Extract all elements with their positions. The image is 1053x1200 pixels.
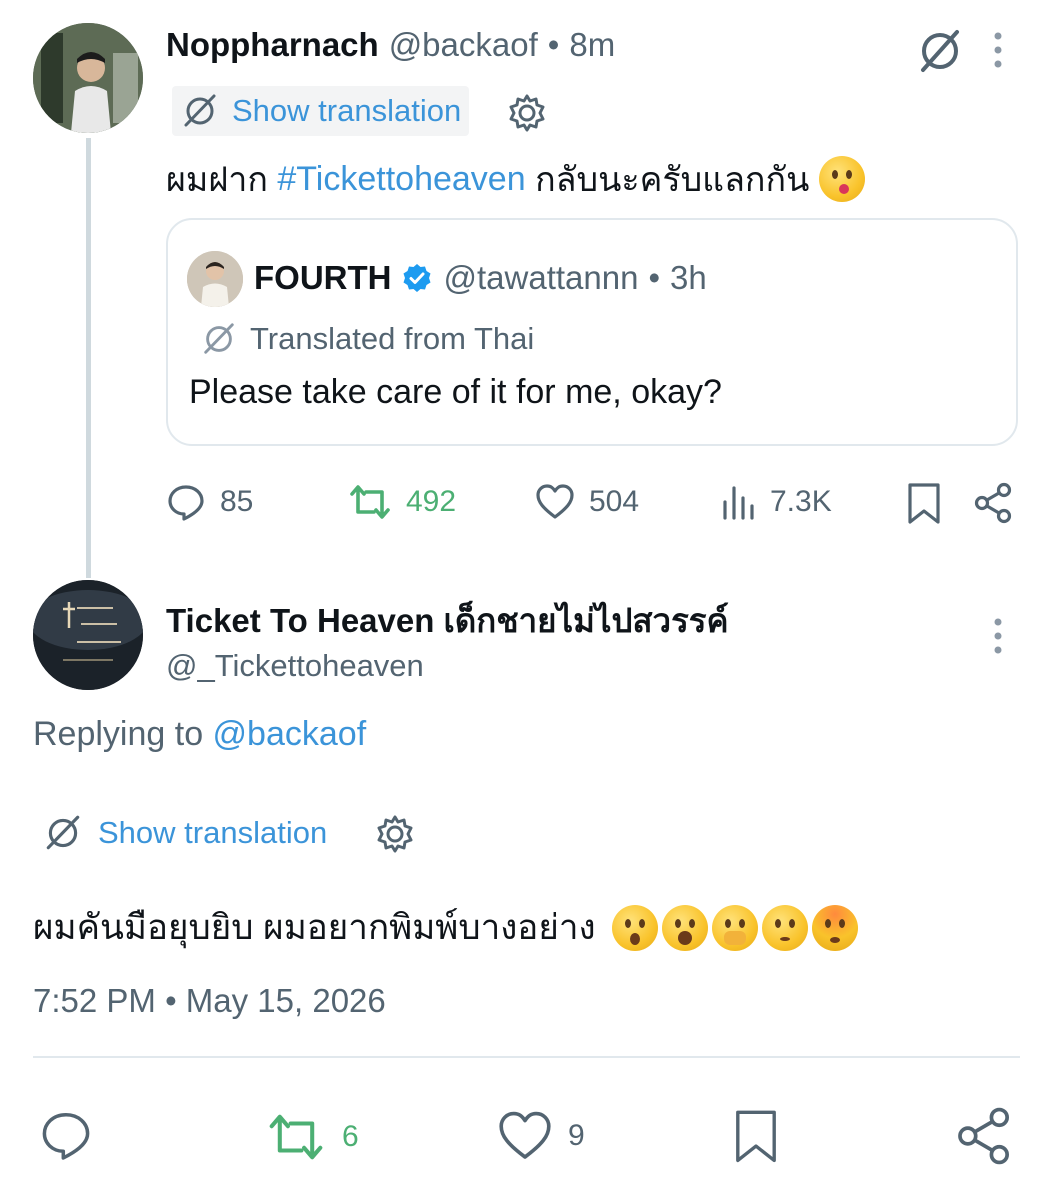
- author-display-name[interactable]: Ticket To Heaven เด็กชายไม่ไปสวรรค์: [166, 594, 729, 647]
- verified-badge-icon: [403, 264, 431, 292]
- heart-icon: [536, 484, 574, 519]
- exploding-head-emoji-icon: [811, 904, 858, 951]
- dizzy-face-emoji-icon: [611, 904, 658, 951]
- translation-settings-gear-icon[interactable]: [374, 813, 416, 855]
- show-translation-button[interactable]: Show translation: [172, 86, 470, 136]
- repost-icon: [350, 485, 390, 519]
- divider: [33, 1056, 1020, 1058]
- avatar-ticket-to-heaven[interactable]: [33, 580, 143, 690]
- repost-button[interactable]: 492: [348, 482, 456, 522]
- post-timestamp[interactable]: 7:52 PM • May 15, 2026: [33, 982, 386, 1020]
- post-time[interactable]: 8m: [569, 26, 615, 64]
- grok-icon[interactable]: [915, 26, 965, 76]
- like-button[interactable]: 9: [496, 1108, 585, 1164]
- more-options-icon[interactable]: [988, 30, 1008, 70]
- reply-icon: [168, 485, 204, 521]
- author-handle[interactable]: @backaof: [389, 26, 538, 64]
- show-translation-label: Show translation: [232, 93, 462, 128]
- bookmark-icon: [736, 1110, 776, 1163]
- more-options-icon[interactable]: [988, 616, 1008, 656]
- bookmark-button[interactable]: [730, 1106, 782, 1168]
- person-photo-icon: [33, 23, 143, 133]
- repost-icon: [269, 1114, 323, 1160]
- translate-icon: [184, 94, 216, 127]
- quoted-tweet-text: Please take care of it for me, okay?: [189, 373, 722, 411]
- like-count: 9: [568, 1119, 585, 1152]
- share-icon: [958, 1107, 1009, 1165]
- analytics-icon: [723, 486, 754, 520]
- translate-icon: [46, 815, 80, 850]
- translated-from-label: Translated from Thai: [250, 321, 535, 356]
- author-handle[interactable]: @_Tickettoheaven: [166, 648, 424, 684]
- repost-button[interactable]: 6: [264, 1110, 359, 1164]
- translation-settings-gear-icon[interactable]: [506, 92, 548, 134]
- separator-dot: •: [547, 26, 560, 63]
- astonished-face-emoji-icon: [661, 904, 708, 951]
- person-photo-icon: [187, 251, 243, 307]
- thread-connector-line: [86, 138, 91, 578]
- share-button[interactable]: [956, 1106, 1014, 1166]
- replying-to-label: Replying to: [33, 715, 213, 753]
- reply-count: 85: [220, 485, 254, 518]
- heart-icon: [499, 1111, 551, 1159]
- like-count: 504: [589, 485, 640, 518]
- quoted-author-display-name[interactable]: FOURTH: [254, 259, 391, 297]
- reply-button[interactable]: 85: [166, 482, 253, 522]
- views-button[interactable]: 7.3K: [720, 482, 832, 522]
- tweet-text-part: ผมฝาก: [166, 161, 278, 199]
- share-icon: [974, 482, 1012, 524]
- reply-button[interactable]: [36, 1108, 96, 1162]
- avatar-fourth[interactable]: [187, 251, 243, 307]
- bookmark-button[interactable]: [904, 482, 944, 526]
- face-with-hand-over-mouth-emoji-icon: [711, 904, 758, 951]
- show-translation-button[interactable]: Show translation: [42, 812, 327, 854]
- replying-to-handle-link[interactable]: @backaof: [213, 715, 367, 753]
- avatar-noppharnach[interactable]: [33, 23, 143, 133]
- views-count: 7.3K: [770, 485, 832, 518]
- separator-dot: •: [648, 259, 661, 296]
- reply-icon: [42, 1112, 90, 1160]
- quoted-post-time[interactable]: 3h: [670, 259, 707, 297]
- quoted-author-handle[interactable]: @tawattannn: [443, 259, 638, 297]
- show-translation-label: Show translation: [98, 815, 328, 850]
- ticket-to-heaven-logo-icon: [33, 580, 143, 690]
- translate-icon: [204, 323, 234, 354]
- repost-count: 492: [406, 485, 457, 518]
- bookmark-icon: [908, 483, 940, 524]
- share-button[interactable]: [974, 482, 1014, 524]
- like-button[interactable]: 504: [535, 482, 639, 522]
- flushed-face-emoji-icon: [761, 904, 808, 951]
- hashtag-link[interactable]: #Tickettoheaven: [277, 160, 525, 199]
- tweet-text-part: กลับนะครับแลกกัน: [525, 161, 810, 199]
- tweet-text: ผมคันมือยุบยิบ ผมอยากพิมพ์บางอย่าง: [33, 908, 596, 947]
- repost-count: 6: [342, 1120, 359, 1153]
- kissing-face-emoji-icon: [819, 156, 866, 202]
- author-display-name[interactable]: Noppharnach: [166, 26, 379, 64]
